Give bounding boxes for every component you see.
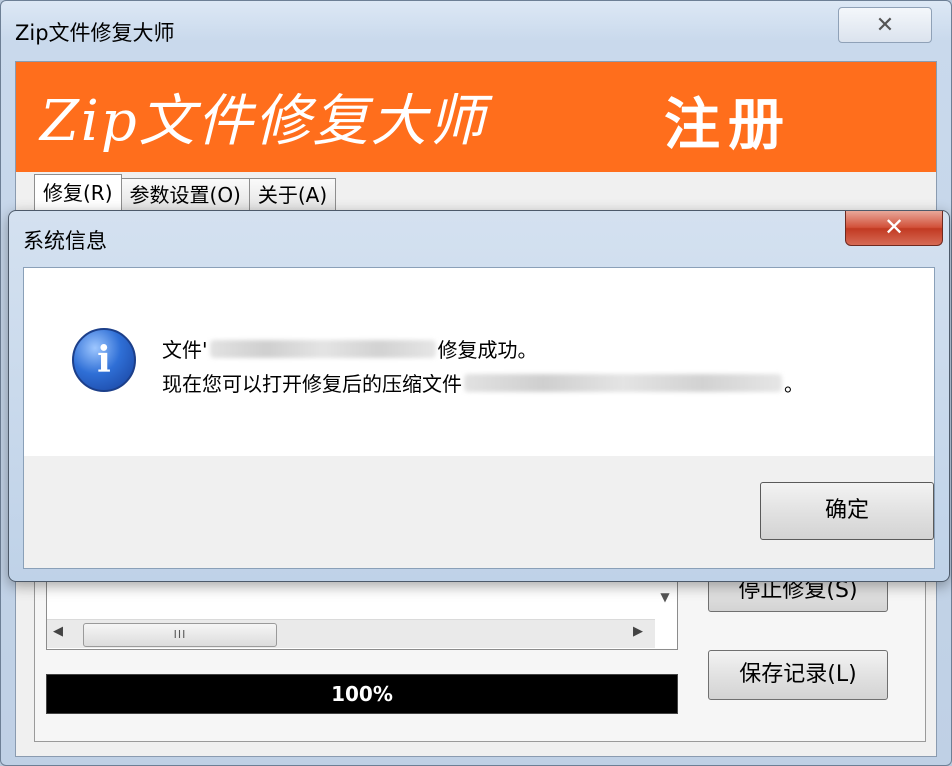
message-line-2: 现在您可以打开修复后的压缩文件 。 [162,368,804,397]
info-icon: i [72,328,136,392]
close-icon: ✕ [875,12,895,38]
system-info-dialog: 系统信息 ✕ i 文件' 修复成功。 现在您可以打开修复后的压缩文件 。 确定 [8,210,950,582]
progress-bar: 100% [46,674,678,714]
redacted-filename [464,373,782,392]
message-line-1-prefix: 文件' [162,338,208,362]
scroll-right-icon[interactable]: ▶ [633,624,643,639]
scrollbar-thumb[interactable]: III [83,623,277,647]
main-close-button[interactable]: ✕ [838,7,932,43]
scroll-left-icon[interactable]: ◀ [53,624,63,639]
ok-button[interactable]: 确定 [760,482,934,540]
dialog-close-button[interactable]: ✕ [845,211,943,246]
tab-bar: 修复(R) 参数设置(O) 关于(A) [34,174,337,211]
dialog-body: i 文件' 修复成功。 现在您可以打开修复后的压缩文件 。 确定 [23,267,935,569]
message-line-2-prefix: 现在您可以打开修复后的压缩文件 [162,372,462,396]
main-window-title: Zip文件修复大师 [15,21,175,45]
tab-settings[interactable]: 参数设置(O) [120,178,250,211]
progress-label: 100% [331,682,393,706]
dialog-title: 系统信息 [23,229,107,253]
horizontal-scrollbar[interactable]: ◀ III ▶ [47,619,655,648]
message-line-2-suffix: 。 [784,372,804,396]
banner-title: Zip文件修复大师 [40,89,487,154]
close-icon: ✕ [883,213,905,241]
tab-repair[interactable]: 修复(R) [34,174,122,211]
message-area: i 文件' 修复成功。 现在您可以打开修复后的压缩文件 。 [24,268,934,456]
redacted-filename [209,339,436,358]
message-line-1: 文件' 修复成功。 [162,334,538,363]
save-log-button[interactable]: 保存记录(L) [708,650,888,700]
message-line-1-suffix: 修复成功。 [437,338,538,362]
register-link[interactable]: 注册 [664,80,792,161]
banner: Zip文件修复大师 注册 [16,62,936,172]
tab-about[interactable]: 关于(A) [248,178,337,211]
log-listbox[interactable]: ▼ ◀ III ▶ [46,572,678,650]
scroll-down-icon[interactable]: ▼ [655,587,675,607]
